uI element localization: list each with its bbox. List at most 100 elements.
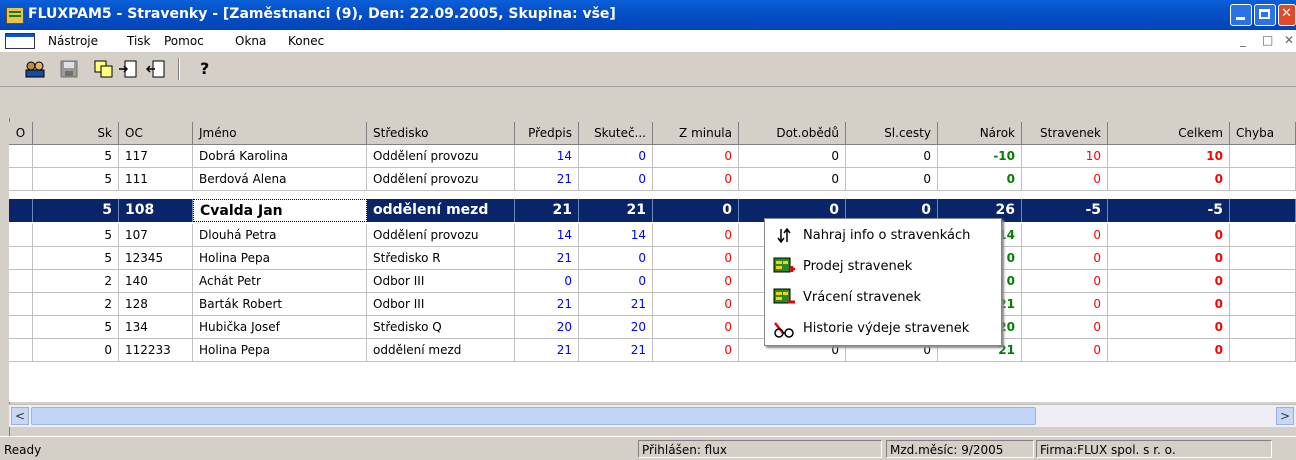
row-indicator[interactable] xyxy=(9,199,33,222)
header-slcesty[interactable]: Sl.cesty xyxy=(846,122,938,145)
status-company: Firma:FLUX spol. s r. o. xyxy=(1036,440,1272,458)
cell-stredisko: oddělení mezd xyxy=(367,339,515,362)
menu-nastroje[interactable]: Nástroje xyxy=(48,34,98,48)
table-row[interactable]: 5 12345 Holina Pepa Středisko R 21 0 0 0… xyxy=(9,247,1296,270)
cell-predpis: 21 xyxy=(515,293,579,316)
table-row[interactable]: 0 112233 Holina Pepa oddělení mezd 21 21… xyxy=(9,339,1296,362)
row-indicator[interactable] xyxy=(9,339,33,362)
cell-stravenek: 0 xyxy=(1022,339,1108,362)
context-item-return-vouchers[interactable]: Vrácení stravenek xyxy=(765,283,1001,313)
cell-celkem: 0 xyxy=(1108,316,1230,339)
header-jmeno[interactable]: Jméno xyxy=(193,122,367,145)
status-ready: Ready xyxy=(4,443,42,457)
header-chyba[interactable]: Chyba xyxy=(1230,122,1296,145)
return-vouchers-icon xyxy=(773,288,795,308)
title-bar[interactable]: FLUXPAM5 - Stravenky - [Zaměstnanci (9),… xyxy=(0,0,1296,30)
copy-icon[interactable] xyxy=(94,60,114,78)
help-icon[interactable]: ? xyxy=(200,60,214,78)
table-row[interactable]: 2 140 Achát Petr Odbor III 0 0 0 0 0 0 xyxy=(9,270,1296,293)
context-item-sell-vouchers[interactable]: Prodej stravenek xyxy=(765,252,1001,282)
row-indicator[interactable] xyxy=(9,247,33,270)
cell-stredisko: Oddělení provozu xyxy=(367,145,515,168)
cell-zminula: 0 xyxy=(653,339,739,362)
grid-header: O Sk OC Jméno Středisko Předpis Skuteč..… xyxy=(9,122,1296,145)
save-icon[interactable] xyxy=(60,60,78,78)
cell-zminula: 0 xyxy=(653,293,739,316)
table-row[interactable]: 5 111 Berdová Alena Oddělení provozu 21 … xyxy=(9,168,1296,191)
cell-celkem: 0 xyxy=(1108,270,1230,293)
scroll-left-icon[interactable]: < xyxy=(11,407,29,425)
cell-sk: 5 xyxy=(33,316,119,339)
table-row[interactable]: 5 134 Hubička Josef Středisko Q 20 20 0 … xyxy=(9,316,1296,339)
menu-pomoc[interactable]: Pomoc xyxy=(164,34,204,48)
header-zminula[interactable]: Z minula xyxy=(653,122,739,145)
row-indicator[interactable] xyxy=(9,293,33,316)
cell-oc: 140 xyxy=(119,270,193,293)
cell-predpis: 21 xyxy=(515,339,579,362)
header-predpis[interactable]: Předpis xyxy=(515,122,579,145)
header-stravenek[interactable]: Stravenek xyxy=(1022,122,1108,145)
header-sk[interactable]: Sk xyxy=(33,122,119,145)
menu-konec[interactable]: Konec xyxy=(288,34,324,48)
cell-stravenek: 0 xyxy=(1022,270,1108,293)
table-row[interactable]: 5 107 Dlouhá Petra Oddělení provozu 14 1… xyxy=(9,224,1296,247)
header-indicator[interactable]: O xyxy=(9,122,33,145)
cell-stredisko: Středisko R xyxy=(367,247,515,270)
cell-predpis: 21 xyxy=(515,199,579,222)
app-icon[interactable] xyxy=(6,7,24,24)
context-item-upload-info[interactable]: Nahraj info o stravenkách xyxy=(765,221,1001,251)
mdi-minimize-button[interactable]: _ xyxy=(1240,33,1246,47)
context-item-voucher-history[interactable]: Historie výdeje stravenek xyxy=(765,314,1001,344)
cell-oc: 108 xyxy=(119,199,193,222)
cell-narok: -10 xyxy=(938,145,1022,168)
header-celkem[interactable]: Celkem xyxy=(1108,122,1230,145)
table-row[interactable]: 2 128 Barták Robert Odbor III 21 21 0 21… xyxy=(9,293,1296,316)
cell-chyba xyxy=(1230,145,1296,168)
header-skutec[interactable]: Skuteč... xyxy=(579,122,653,145)
scrollbar-thumb[interactable] xyxy=(31,407,1036,425)
scroll-right-icon[interactable]: > xyxy=(1276,407,1294,425)
row-indicator[interactable] xyxy=(9,270,33,293)
cell-predpis: 21 xyxy=(515,168,579,191)
close-button[interactable] xyxy=(1278,4,1296,26)
menu-okna[interactable]: Okna xyxy=(235,34,266,48)
row-indicator[interactable] xyxy=(9,316,33,339)
cell-stredisko: Odbor III xyxy=(367,270,515,293)
document-window-icon[interactable] xyxy=(5,33,35,49)
cell-zminula: 0 xyxy=(653,168,739,191)
minimize-button[interactable] xyxy=(1230,4,1252,26)
cell-sk: 5 xyxy=(33,145,119,168)
maximize-button[interactable] xyxy=(1254,4,1276,26)
cell-oc: 12345 xyxy=(119,247,193,270)
row-indicator[interactable] xyxy=(9,224,33,247)
menu-tisk[interactable]: Tisk xyxy=(127,34,151,48)
document-in-icon[interactable] xyxy=(118,60,138,78)
header-stredisko[interactable]: Středisko xyxy=(367,122,515,145)
horizontal-scrollbar[interactable]: < > xyxy=(9,404,1296,427)
cell-skutec: 21 xyxy=(579,339,653,362)
document-out-icon[interactable] xyxy=(145,60,166,78)
mdi-restore-button[interactable]: □ xyxy=(1262,33,1273,47)
mdi-close-button[interactable]: ✕ xyxy=(1284,33,1294,47)
cell-dotobedu: 0 xyxy=(739,145,846,168)
row-indicator[interactable] xyxy=(9,168,33,191)
cell-skutec: 14 xyxy=(579,224,653,247)
cell-oc: 134 xyxy=(119,316,193,339)
cell-sk: 2 xyxy=(33,293,119,316)
cell-jmeno: Holina Pepa xyxy=(193,339,367,362)
cell-celkem: 0 xyxy=(1108,247,1230,270)
header-oc[interactable]: OC xyxy=(119,122,193,145)
table-row-selected[interactable]: 5 108 Cvalda Jan oddělení mezd 21 21 0 0… xyxy=(9,199,1296,222)
header-narok[interactable]: Nárok xyxy=(938,122,1022,145)
context-item-label: Vrácení stravenek xyxy=(803,290,921,305)
cell-predpis: 20 xyxy=(515,316,579,339)
users-icon[interactable] xyxy=(24,60,46,78)
cell-narok: 0 xyxy=(938,168,1022,191)
cell-slcesty: 0 xyxy=(846,168,938,191)
cell-slcesty: 0 xyxy=(846,145,938,168)
cell-sk: 5 xyxy=(33,247,119,270)
header-dotobedu[interactable]: Dot.obědů xyxy=(739,122,846,145)
table-row[interactable]: 5 117 Dobrá Karolina Oddělení provozu 14… xyxy=(9,145,1296,168)
cell-jmeno: Barták Robert xyxy=(193,293,367,316)
row-indicator[interactable] xyxy=(9,145,33,168)
